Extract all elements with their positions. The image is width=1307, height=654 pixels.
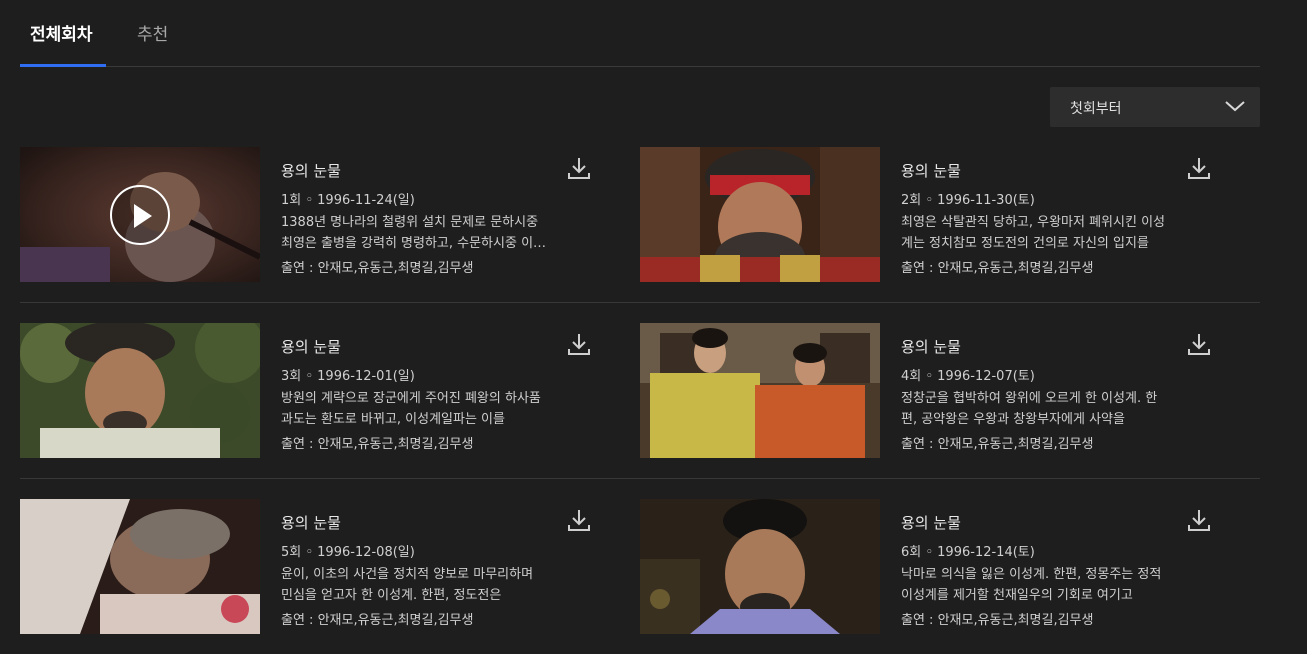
download-icon[interactable]: [566, 331, 592, 357]
download-icon[interactable]: [1186, 331, 1212, 357]
episode-description: 1388년 명나라의 철령위 설치 문제로 문하시중 최영은 출병을 강력히 명…: [281, 215, 545, 251]
episode-title[interactable]: 용의 눈물: [281, 336, 341, 357]
active-tab-indicator: [20, 64, 106, 67]
tab-recommended[interactable]: 추천: [137, 20, 168, 45]
episode-thumbnail[interactable]: [640, 323, 880, 458]
episode-thumbnail[interactable]: [640, 499, 880, 634]
play-button[interactable]: [110, 185, 170, 245]
episode-meta: 4회 ◦ 1996-12-07(토): [901, 369, 1035, 384]
episode-card[interactable]: 용의 눈물 6회 ◦ 1996-12-14(토) 낙마로 의식을 잃은 이성계.…: [640, 499, 1240, 635]
download-icon[interactable]: [1186, 155, 1212, 181]
episode-cast: 출연 : 안재모,유동근,최명길,김무생: [901, 261, 1094, 276]
episode-meta: 5회 ◦ 1996-12-08(일): [281, 545, 415, 560]
play-icon: [134, 204, 152, 228]
episode-meta: 3회 ◦ 1996-12-01(일): [281, 369, 415, 384]
chevron-down-icon: [1225, 101, 1245, 112]
episode-description: 낙마로 의식을 잃은 이성계. 한편, 정몽주는 정적 이성계를 제거할 천재일…: [901, 567, 1162, 603]
episode-card[interactable]: 용의 눈물 2회 ◦ 1996-11-30(토) 최영은 삭탈관직 당하고, 우…: [640, 147, 1240, 283]
episode-meta: 6회 ◦ 1996-12-14(토): [901, 545, 1035, 560]
episode-card[interactable]: 용의 눈물 5회 ◦ 1996-12-08(일) 윤이, 이초의 사건을 정치적…: [20, 499, 620, 635]
episode-cast: 출연 : 안재모,유동근,최명길,김무생: [281, 437, 474, 452]
sort-dropdown[interactable]: 첫회부터: [1050, 87, 1260, 127]
download-icon[interactable]: [566, 507, 592, 533]
episode-title[interactable]: 용의 눈물: [901, 336, 961, 357]
episode-cast: 출연 : 안재모,유동근,최명길,김무생: [281, 261, 474, 276]
episode-card[interactable]: 용의 눈물 3회 ◦ 1996-12-01(일) 방원의 계략으로 장군에게 주…: [20, 323, 620, 459]
download-icon[interactable]: [566, 155, 592, 181]
episode-cast: 출연 : 안재모,유동근,최명길,김무생: [901, 613, 1094, 628]
episode-title[interactable]: 용의 눈물: [281, 512, 341, 533]
episode-title[interactable]: 용의 눈물: [901, 160, 961, 181]
episode-title[interactable]: 용의 눈물: [901, 512, 961, 533]
episode-cast: 출연 : 안재모,유동근,최명길,김무생: [901, 437, 1094, 452]
episode-thumbnail[interactable]: [20, 499, 260, 634]
episode-title[interactable]: 용의 눈물: [281, 160, 341, 181]
episode-thumbnail[interactable]: [20, 147, 260, 282]
episode-row: 용의 눈물 3회 ◦ 1996-12-01(일) 방원의 계략으로 장군에게 주…: [20, 303, 1260, 479]
tab-all-episodes[interactable]: 전체회차: [30, 20, 93, 45]
episode-row: 용의 눈물 5회 ◦ 1996-12-08(일) 윤이, 이초의 사건을 정치적…: [20, 479, 1260, 654]
tab-bar: 전체회차 추천: [20, 0, 1260, 67]
episode-description: 방원의 계략으로 장군에게 주어진 폐왕의 하사품 과도는 환도로 바뀌고, 이…: [281, 391, 541, 427]
episode-description: 최영은 삭탈관직 당하고, 우왕마저 폐위시킨 이성계는 정치참모 정도전의 건…: [901, 215, 1165, 251]
episode-description: 정창군을 협박하여 왕위에 오르게 한 이성계. 한편, 공약왕은 우왕과 창왕…: [901, 391, 1158, 427]
episode-meta: 1회 ◦ 1996-11-24(일): [281, 193, 415, 208]
episode-thumbnail[interactable]: [640, 147, 880, 282]
episode-meta: 2회 ◦ 1996-11-30(토): [901, 193, 1035, 208]
episode-row: 용의 눈물 1회 ◦ 1996-11-24(일) 1388년 명나라의 철령위 …: [20, 127, 1260, 303]
download-icon[interactable]: [1186, 507, 1212, 533]
episode-card[interactable]: 용의 눈물 1회 ◦ 1996-11-24(일) 1388년 명나라의 철령위 …: [20, 147, 620, 283]
episode-thumbnail[interactable]: [20, 323, 260, 458]
episode-cast: 출연 : 안재모,유동근,최명길,김무생: [281, 613, 474, 628]
episode-card[interactable]: 용의 눈물 4회 ◦ 1996-12-07(토) 정창군을 협박하여 왕위에 오…: [640, 323, 1240, 459]
sort-dropdown-label: 첫회부터: [1070, 101, 1122, 117]
episode-description: 윤이, 이초의 사건을 정치적 양보로 마무리하며 민심을 얻고자 한 이성계.…: [281, 567, 534, 603]
